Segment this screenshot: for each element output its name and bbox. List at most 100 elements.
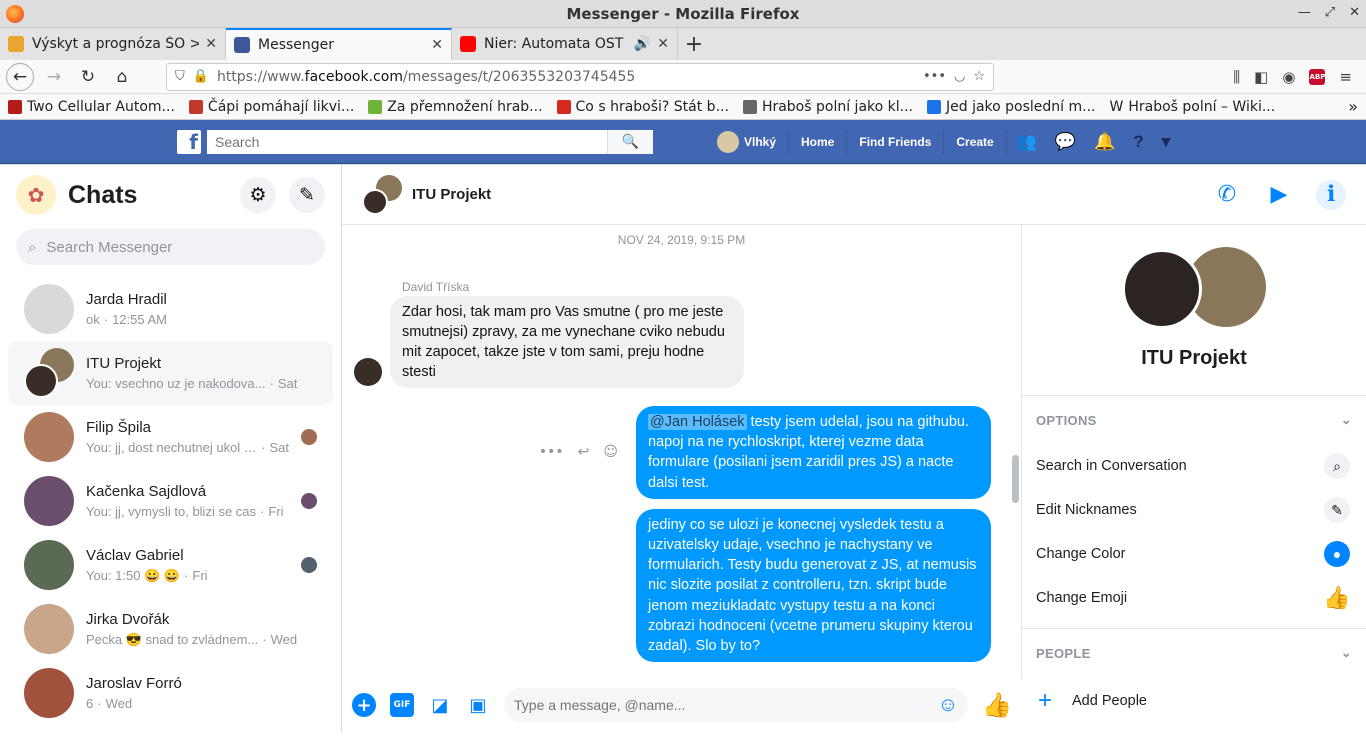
- conversation-item[interactable]: Jirka Dvořák Pecka 😎 snad to zvládnem...…: [8, 597, 333, 661]
- people-header[interactable]: PEOPLE ⌄: [1022, 629, 1366, 677]
- thread-scrollbar[interactable]: [1012, 455, 1019, 503]
- message-thread[interactable]: NOV 24, 2019, 9:15 PM David Tříska Zdar …: [342, 225, 1022, 732]
- more-options-icon[interactable]: •••: [539, 444, 564, 460]
- message-time: Sat: [277, 376, 298, 391]
- fb-search-input[interactable]: [207, 129, 607, 154]
- seen-avatar: [301, 557, 317, 573]
- bookmark-item[interactable]: Hraboš polní jako kl...: [742, 99, 913, 115]
- toolbar-right: ⫼ ◧ ◉ ABP ≡: [1233, 68, 1352, 86]
- account-menu-icon[interactable]: ▾: [1153, 130, 1180, 154]
- bookmark-item[interactable]: Two Cellular Autom...: [8, 99, 175, 115]
- mention[interactable]: @Jan Holásek: [648, 414, 747, 430]
- window-title: Messenger - Mozilla Firefox: [566, 4, 800, 23]
- bookmark-item[interactable]: Čápi pomáhají likvi...: [188, 99, 354, 115]
- react-emoji-icon[interactable]: ☺: [603, 444, 618, 460]
- url-bar[interactable]: ⛉ 🔒 https://www.facebook.com/messages/t/…: [166, 62, 994, 91]
- contact-name: Jirka Dvořák: [86, 610, 170, 628]
- conversation-item-selected[interactable]: ITU Projekt You: vsechno uz je nakodova.…: [8, 341, 333, 405]
- speaker-icon[interactable]: 🔊: [634, 36, 651, 52]
- change-color-option[interactable]: Change Color ●: [1022, 532, 1366, 576]
- tab-youtube[interactable]: Nier: Automata OST - F 🔊 ✕: [452, 28, 678, 60]
- menu-icon[interactable]: ≡: [1339, 68, 1352, 86]
- bookmark-item[interactable]: Jed jako poslední m...: [927, 99, 1096, 115]
- change-emoji-option[interactable]: Change Emoji 👍: [1022, 576, 1366, 620]
- avatar[interactable]: ✿: [16, 175, 56, 215]
- message-input[interactable]: [514, 697, 938, 713]
- new-message-icon[interactable]: ✎: [289, 177, 325, 213]
- create-link[interactable]: Create: [944, 129, 1007, 154]
- help-icon[interactable]: ?: [1124, 130, 1152, 154]
- chats-header: ✿ Chats ⚙ ✎: [0, 165, 341, 225]
- bookmark-star-icon[interactable]: ☆: [973, 69, 985, 84]
- profile-link[interactable]: Vlhký: [705, 129, 790, 154]
- add-people-button[interactable]: + Add People: [1022, 677, 1366, 725]
- bookmark-item[interactable]: W Hraboš polní – Wiki...: [1110, 99, 1276, 115]
- lock-icon[interactable]: 🔒: [193, 69, 209, 84]
- maximize-icon[interactable]: ⤢: [1325, 5, 1335, 20]
- shield-icon[interactable]: ⛉: [175, 69, 185, 84]
- plus-icon[interactable]: +: [352, 693, 376, 717]
- bookmark-item[interactable]: Co s hraboši? Stát b...: [556, 99, 729, 115]
- outgoing-message[interactable]: jediny co se ulozi je konecnej vysledek …: [636, 508, 991, 663]
- minimize-icon[interactable]: —: [1298, 5, 1311, 20]
- conversation-item[interactable]: Kačenka Sajdlová You: jj, vymysli to, bl…: [8, 469, 333, 533]
- conversation-item[interactable]: Václav Gabriel You: 1:50 😀 😀 · Fri: [8, 533, 333, 597]
- search-icon: ⌕: [1324, 453, 1350, 479]
- friend-requests-icon[interactable]: 👥: [1007, 130, 1046, 154]
- bookmark-item[interactable]: Za přemnožení hrab...: [368, 99, 543, 115]
- reply-icon[interactable]: ↩: [578, 444, 590, 460]
- adblock-icon[interactable]: ABP: [1309, 68, 1326, 85]
- message-actions: ••• ↩ ☺: [539, 444, 618, 460]
- message-composer: + GIF ◪ ▣ ☺ 👍: [342, 678, 1022, 732]
- library-icon[interactable]: ⫼: [1233, 68, 1240, 86]
- sticker-icon[interactable]: ◪: [428, 693, 452, 717]
- message-preview: You: 1:50 😀 😀: [86, 567, 181, 583]
- contact-name: ITU Projekt: [86, 355, 162, 372]
- sidebar-icon[interactable]: ◧: [1254, 68, 1268, 86]
- video-call-icon[interactable]: ▶: [1264, 180, 1294, 210]
- search-icon[interactable]: 🔍: [607, 129, 653, 154]
- emoji-icon[interactable]: ☺: [938, 694, 958, 717]
- pocket-icon[interactable]: ◡: [954, 69, 965, 84]
- notifications-icon[interactable]: 🔔: [1085, 130, 1124, 154]
- page-actions-icon[interactable]: •••: [923, 69, 946, 84]
- conversation-item[interactable]: Jaroslav Forró 6 · Wed: [8, 661, 333, 725]
- phone-call-icon[interactable]: ✆: [1212, 180, 1242, 210]
- conversation-item[interactable]: Jarda Hradil ok · 12:55 AM: [8, 277, 333, 341]
- group-avatar[interactable]: [362, 174, 402, 215]
- messenger-icon[interactable]: 💬: [1046, 130, 1085, 154]
- close-tab-icon[interactable]: ✕: [431, 37, 443, 53]
- reload-button[interactable]: ↻: [74, 63, 102, 91]
- conversation-item[interactable]: Filip Špila You: jj, dost nechutnej ukol…: [8, 405, 333, 469]
- gif-icon[interactable]: GIF: [390, 693, 414, 717]
- incoming-message-row: Zdar hosi, tak mam pro Vas smutne ( pro …: [354, 296, 1021, 388]
- back-button[interactable]: ←: [6, 62, 34, 91]
- options-header[interactable]: OPTIONS ⌄: [1022, 396, 1366, 444]
- settings-gear-icon[interactable]: ⚙: [240, 177, 276, 213]
- tab-vyskyt[interactable]: Výskyt a prognóza ŠO > ✕: [0, 28, 226, 60]
- search-in-conversation-option[interactable]: Search in Conversation ⌕: [1022, 444, 1366, 488]
- thumbs-up-icon[interactable]: 👍: [982, 691, 1012, 719]
- close-tab-icon[interactable]: ✕: [657, 36, 669, 52]
- conversation-panel: ITU Projekt ✆ ▶ ℹ NOV 24, 2019, 9:15 PM …: [342, 165, 1366, 732]
- info-icon[interactable]: ℹ: [1316, 179, 1346, 210]
- account-icon[interactable]: ◉: [1282, 68, 1295, 86]
- new-tab-button[interactable]: +: [678, 28, 710, 60]
- more-bookmarks-icon[interactable]: »: [1348, 97, 1358, 116]
- incoming-message[interactable]: Zdar hosi, tak mam pro Vas smutne ( pro …: [390, 296, 744, 388]
- find-friends-link[interactable]: Find Friends: [847, 129, 945, 154]
- photo-icon[interactable]: ▣: [466, 693, 490, 717]
- tab-messenger[interactable]: Messenger ✕: [226, 28, 452, 60]
- close-window-icon[interactable]: ✕: [1349, 5, 1360, 20]
- edit-nicknames-option[interactable]: Edit Nicknames ✎: [1022, 488, 1366, 532]
- url-text[interactable]: https://www.facebook.com/messages/t/2063…: [217, 69, 915, 85]
- forward-button[interactable]: →: [40, 63, 68, 91]
- tab-label: Nier: Automata OST - F: [484, 36, 628, 52]
- home-button[interactable]: ⌂: [108, 63, 136, 91]
- close-tab-icon[interactable]: ✕: [205, 36, 217, 52]
- outgoing-message[interactable]: @Jan Holásek testy jsem udelal, jsou na …: [636, 406, 991, 499]
- messenger-search-input[interactable]: Search Messenger: [46, 239, 172, 256]
- messenger-search[interactable]: ⌕ Search Messenger: [16, 229, 325, 265]
- home-link[interactable]: Home: [789, 129, 848, 154]
- facebook-logo-icon[interactable]: f: [177, 129, 201, 154]
